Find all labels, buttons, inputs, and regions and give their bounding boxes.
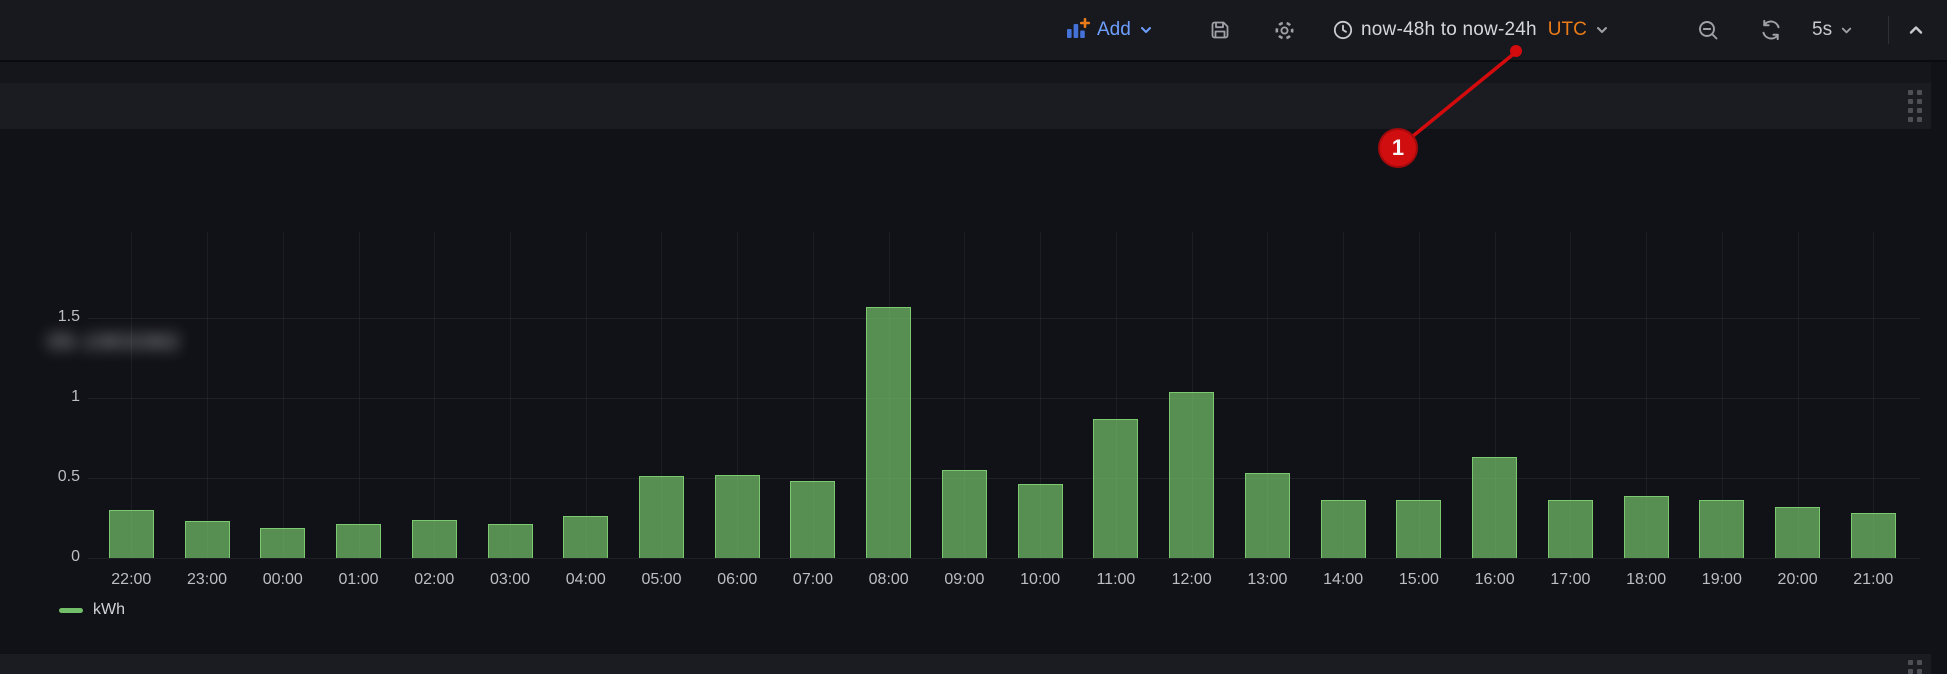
y-tick-label: 0 [10,548,80,566]
annotation-badge-label: 1 [1392,135,1404,161]
chevron-up-icon [1905,19,1927,41]
x-tick-label: 01:00 [321,571,397,589]
save-dashboard-button[interactable] [1208,0,1232,60]
x-tick-label: 16:00 [1457,571,1533,589]
bar-08:00[interactable] [866,307,911,558]
top-toolbar: Add [0,0,1947,62]
x-gridline [434,232,435,558]
panel-drag-handle[interactable] [1908,660,1922,674]
x-tick-label: 05:00 [623,571,699,589]
bar-06:00[interactable] [715,475,760,558]
annotation-badge-1: 1 [1378,128,1418,168]
x-tick-label: 10:00 [1002,571,1078,589]
y-tick-label: 0.5 [10,468,80,486]
refresh-interval-dropdown[interactable]: 5s [1812,0,1854,60]
x-tick-label: 00:00 [245,571,321,589]
x-tick-label: 11:00 [1078,571,1154,589]
bar-20:00[interactable] [1775,507,1820,558]
x-gridline [510,232,511,558]
bar-19:00[interactable] [1699,500,1744,558]
bar-14:00[interactable] [1321,500,1366,558]
collapse-toolbar-button[interactable] [1905,0,1927,60]
grafana-dashboard: Add [0,0,1947,674]
bar-09:00[interactable] [942,470,987,558]
adjacent-panel-top [0,83,1931,129]
bar-10:00[interactable] [1018,484,1063,558]
clock-icon [1332,19,1354,41]
bar-07:00[interactable] [790,481,835,558]
x-tick-label: 12:00 [1154,571,1230,589]
chevron-down-icon [1839,23,1854,38]
adjacent-panel-bottom [0,654,1931,674]
x-tick-label: 14:00 [1305,571,1381,589]
bar-13:00[interactable] [1245,473,1290,558]
bar-00:00[interactable] [260,528,305,558]
x-gridline [359,232,360,558]
x-gridline [586,232,587,558]
x-tick-label: 19:00 [1684,571,1760,589]
bar-23:00[interactable] [185,521,230,558]
x-tick-label: 09:00 [926,571,1002,589]
bar-04:00[interactable] [563,516,608,558]
x-tick-label: 02:00 [396,571,472,589]
time-range-label: now-48h to now-24h [1361,19,1537,41]
x-tick-label: 17:00 [1532,571,1608,589]
bar-16:00[interactable] [1472,457,1517,558]
add-button-label: Add [1097,19,1131,41]
bar-01:00[interactable] [336,524,381,558]
y-tick-label: 1.5 [10,308,80,326]
graph-bar-add-icon [1064,17,1090,43]
settings-gear-icon [1272,18,1297,43]
x-tick-label: 22:00 [93,571,169,589]
panel-drag-handle[interactable] [1908,90,1922,122]
dashboard-settings-button[interactable] [1272,0,1297,60]
refresh-dashboard-button[interactable] [1758,0,1784,60]
bar-22:00[interactable] [109,510,154,558]
x-tick-label: 03:00 [472,571,548,589]
save-icon [1208,18,1232,42]
y-tick-label: 1 [10,388,80,406]
x-tick-label: 06:00 [699,571,775,589]
zoom-out-icon [1696,18,1721,43]
x-tick-label: 18:00 [1608,571,1684,589]
chevron-down-icon [1138,22,1154,38]
legend-item-kwh[interactable]: kWh [59,601,125,619]
refresh-interval-label: 5s [1812,19,1832,41]
legend-series-swatch [59,608,83,613]
dashboard-canvas-gap [0,62,1931,83]
x-tick-label: 04:00 [548,571,624,589]
panel-title-blurred[interactable]: 05-1903382 [48,329,180,355]
timezone-label: UTC [1548,19,1587,41]
x-gridline [1873,232,1874,558]
toolbar-divider [1888,16,1889,44]
add-panel-button[interactable]: Add [1064,0,1154,60]
bar-03:00[interactable] [488,524,533,558]
y-gridline [88,558,1920,559]
zoom-out-time-button[interactable] [1696,0,1721,60]
x-tick-label: 21:00 [1835,571,1911,589]
x-tick-label: 23:00 [169,571,245,589]
x-tick-label: 20:00 [1760,571,1836,589]
x-tick-label: 15:00 [1381,571,1457,589]
bar-12:00[interactable] [1169,392,1214,558]
x-tick-label: 07:00 [775,571,851,589]
x-tick-label: 08:00 [851,571,927,589]
chevron-down-icon [1594,22,1610,38]
bar-05:00[interactable] [639,476,684,558]
bar-15:00[interactable] [1396,500,1441,558]
bar-18:00[interactable] [1624,496,1669,558]
time-range-picker[interactable]: now-48h to now-24h UTC [1332,0,1610,60]
bar-21:00[interactable] [1851,513,1896,558]
x-tick-label: 13:00 [1229,571,1305,589]
refresh-icon [1758,17,1784,43]
x-gridline [283,232,284,558]
bar-02:00[interactable] [412,520,457,558]
bar-11:00[interactable] [1093,419,1138,558]
legend-series-label: kWh [93,601,125,619]
bar-17:00[interactable] [1548,500,1593,558]
x-gridline [207,232,208,558]
